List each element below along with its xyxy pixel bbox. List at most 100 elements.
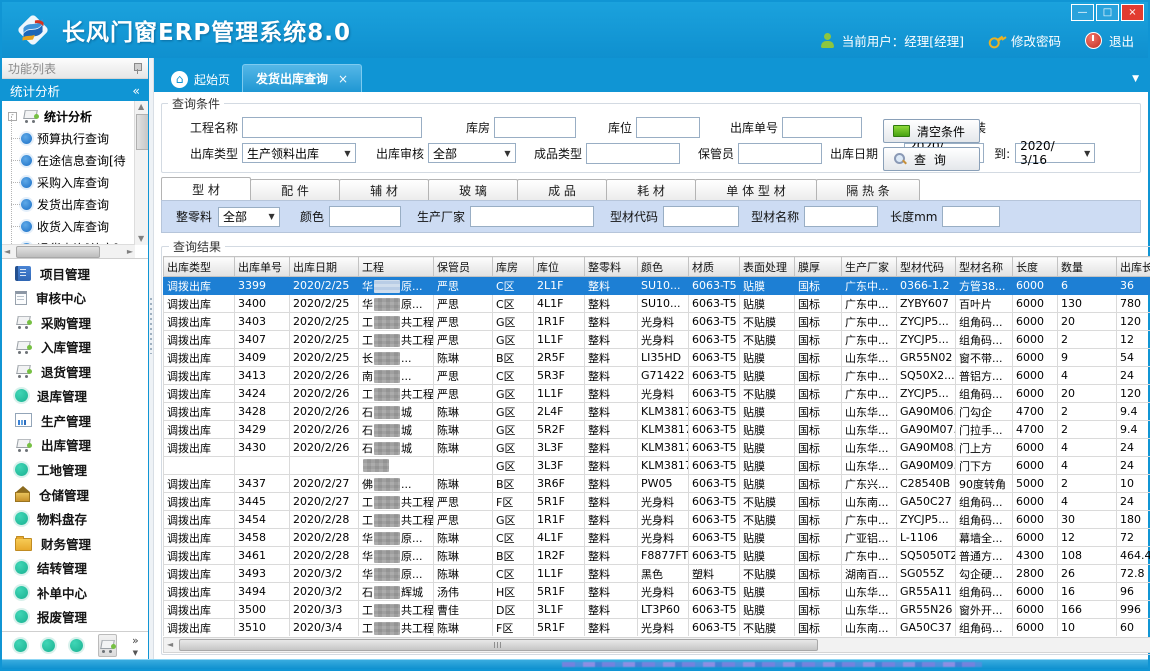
sidebar-item-财务管理[interactable]: 财务管理 [2, 531, 148, 556]
warehouse-input[interactable] [494, 117, 576, 138]
column-header[interactable]: 工程 [359, 257, 434, 277]
table-row[interactable]: 调拨出库33992020/2/25华原...严思C区2L1F整料SU10...6… [164, 277, 1150, 295]
profile-name-input[interactable] [804, 206, 878, 227]
table-row[interactable]: 调拨出库34282020/2/26石城陈琳G区2L4F整料KLM38176063… [164, 403, 1150, 421]
keeper-input[interactable] [738, 143, 822, 164]
teal-circle-icon[interactable] [14, 639, 27, 652]
product-type-input[interactable] [586, 143, 680, 164]
material-tab-单体型材[interactable]: 单 体 型 材 [695, 179, 817, 200]
close-button[interactable]: × [1121, 4, 1144, 21]
cart-button[interactable] [98, 634, 117, 657]
column-header[interactable]: 库位 [534, 257, 585, 277]
sidebar-item-工地管理[interactable]: 工地管理 [2, 457, 148, 482]
material-tab-耗材[interactable]: 耗 材 [606, 179, 696, 200]
column-header[interactable]: 保管员 [434, 257, 493, 277]
sidebar-item-审核中心[interactable]: 审核中心 [2, 286, 148, 311]
sidebar-item-入库管理[interactable]: 入库管理 [2, 335, 148, 360]
table-row[interactable]: 调拨出库34932020/3/2华原...陈琳C区1L1F整料黑色塑料不贴膜国标… [164, 565, 1150, 583]
table-row[interactable]: 调拨出库34072020/2/25工共工程严思G区1L1F整料光身料6063-T… [164, 331, 1150, 349]
column-header[interactable]: 出库单号 [235, 257, 290, 277]
sidebar-item-出库管理[interactable]: 出库管理 [2, 433, 148, 458]
collapse-icon[interactable]: « [132, 83, 140, 98]
table-horizontal-scrollbar[interactable]: ◄ ► [163, 637, 1150, 653]
column-header[interactable]: 整零料 [585, 257, 638, 277]
column-header[interactable]: 出库日期 [290, 257, 359, 277]
scroll-left-icon[interactable]: ◄ [4, 248, 10, 256]
logout-link[interactable]: 退出 [1109, 31, 1134, 50]
profile-code-input[interactable] [663, 206, 739, 227]
table-row[interactable]: 调拨出库34132020/2/26南...严思C区5R3F整料G71422606… [164, 367, 1150, 385]
table-row[interactable]: 调拨出库35102020/3/4工共工程陈琳F区5R1F整料光身料6063-T5… [164, 619, 1150, 637]
scrollbar-thumb[interactable] [179, 639, 818, 651]
date-to-picker[interactable]: 2020/ 3/16▼ [1015, 143, 1095, 163]
table-row[interactable]: 调拨出库35002020/3/3工共工程曹佳D区3L1F整料LT3P606063… [164, 601, 1150, 619]
section-header[interactable]: 统计分析 « [2, 79, 148, 101]
column-header[interactable]: 出库长度 [1117, 257, 1150, 277]
tree-root[interactable]: - 统计分析 [8, 105, 126, 127]
material-tab-配件[interactable]: 配 件 [250, 179, 340, 200]
scroll-left-icon[interactable]: ◄ [167, 641, 173, 649]
tab-shipment-query[interactable]: 发货出库查询 × [242, 64, 362, 92]
tab-close-icon[interactable]: × [338, 72, 348, 86]
out-type-select[interactable]: 生产领料出库▼ [242, 143, 356, 163]
tree-item[interactable]: 采购入库查询 [8, 171, 126, 193]
tree-vertical-scrollbar[interactable]: ▲ ▼ [134, 101, 148, 245]
sidebar-item-结转管理[interactable]: 结转管理 [2, 555, 148, 580]
overflow-chevron[interactable]: »▼ [132, 635, 139, 657]
tree-item[interactable]: 发货出库查询 [8, 193, 126, 215]
whole-piece-select[interactable]: 全部▼ [218, 207, 280, 227]
color-input[interactable] [329, 206, 401, 227]
sidebar-item-补单中心[interactable]: 补单中心 [2, 580, 148, 605]
material-tab-成品[interactable]: 成 品 [517, 179, 607, 200]
scroll-up-icon[interactable]: ▲ [138, 103, 144, 111]
material-tab-玻璃[interactable]: 玻 璃 [428, 179, 518, 200]
tree-horizontal-scrollbar[interactable]: ◄ ► [2, 244, 135, 258]
scroll-down-icon[interactable]: ▼ [138, 235, 144, 243]
out-audit-select[interactable]: 全部▼ [428, 143, 516, 163]
project-name-input[interactable] [242, 117, 422, 138]
sidebar-item-退库管理[interactable]: 退库管理 [2, 384, 148, 409]
table-row[interactable]: 调拨出库34942020/3/2石辉城汤伟H区5R1F整料光身料6063-T5贴… [164, 583, 1150, 601]
table-row[interactable]: 调拨出库34002020/2/25华原...严思C区4L1F整料SU10...6… [164, 295, 1150, 313]
table-row[interactable]: 调拨出库34542020/2/28工共工程严思G区1R1F整料光身料6063-T… [164, 511, 1150, 529]
column-header[interactable]: 材质 [689, 257, 740, 277]
table-row[interactable]: 调拨出库34032020/2/25工共工程严思G区1R1F整料光身料6063-T… [164, 313, 1150, 331]
tree-item[interactable]: 预算执行查询 [8, 127, 126, 149]
table-row[interactable]: 调拨出库34292020/2/26石城陈琳G区5R2F整料KLM38176063… [164, 421, 1150, 439]
scrollbar-thumb[interactable] [136, 114, 148, 150]
scroll-right-icon[interactable]: ► [127, 248, 133, 256]
table-row[interactable]: 调拨出库34582020/2/28华原...陈琳C区4L1F整料光身料6063-… [164, 529, 1150, 547]
column-header[interactable]: 型材代码 [897, 257, 956, 277]
column-header[interactable]: 出库类型 [164, 257, 235, 277]
column-header[interactable]: 数量 [1058, 257, 1117, 277]
table-row[interactable]: 调拨出库34372020/2/27佛...陈琳B区3R6F整料PW056063-… [164, 475, 1150, 493]
column-header[interactable]: 颜色 [638, 257, 689, 277]
material-tab-辅材[interactable]: 辅 材 [339, 179, 429, 200]
teal-circle-icon[interactable] [42, 639, 55, 652]
tree-expander-icon[interactable]: - [8, 112, 17, 121]
sidebar-item-退货管理[interactable]: 退货管理 [2, 359, 148, 384]
material-tab-型材[interactable]: 型 材 [161, 177, 251, 200]
sidebar-item-生产管理[interactable]: 生产管理 [2, 408, 148, 433]
tab-home[interactable]: ⌂ 起始页 [159, 66, 242, 92]
sidebar-item-项目管理[interactable]: 项目管理 [2, 261, 148, 286]
search-button[interactable]: 查 询 [883, 147, 980, 171]
sidebar-item-报废管理[interactable]: 报废管理 [2, 604, 148, 629]
column-header[interactable]: 生产厂家 [842, 257, 897, 277]
table-row[interactable]: 调拨出库34302020/2/26石城陈琳G区3L3F整料KLM38176063… [164, 439, 1150, 457]
table-row[interactable]: 调拨出库34612020/2/28华原...陈琳B区1R2F整料F8877FT6… [164, 547, 1150, 565]
column-header[interactable]: 长度 [1013, 257, 1058, 277]
tree-item[interactable]: 在途信息查询[待 [8, 149, 126, 171]
teal-circle-icon[interactable] [70, 639, 83, 652]
table-row[interactable]: 调拨出库34242020/2/26工共工程严思G区1L1F整料光身料6063-T… [164, 385, 1150, 403]
column-header[interactable]: 型材名称 [956, 257, 1013, 277]
change-password-link[interactable]: 修改密码 [1011, 31, 1061, 50]
pin-icon[interactable] [133, 63, 142, 74]
minimize-button[interactable]: — [1071, 4, 1094, 21]
location-input[interactable] [636, 117, 700, 138]
sidebar-item-仓储管理[interactable]: 仓储管理 [2, 482, 148, 507]
tab-overflow-icon[interactable]: ▼ [1132, 74, 1139, 84]
sidebar-item-物料盘存[interactable]: 物料盘存 [2, 506, 148, 531]
material-tab-隔热条[interactable]: 隔 热 条 [816, 179, 920, 200]
sidebar-splitter[interactable] [149, 58, 154, 659]
